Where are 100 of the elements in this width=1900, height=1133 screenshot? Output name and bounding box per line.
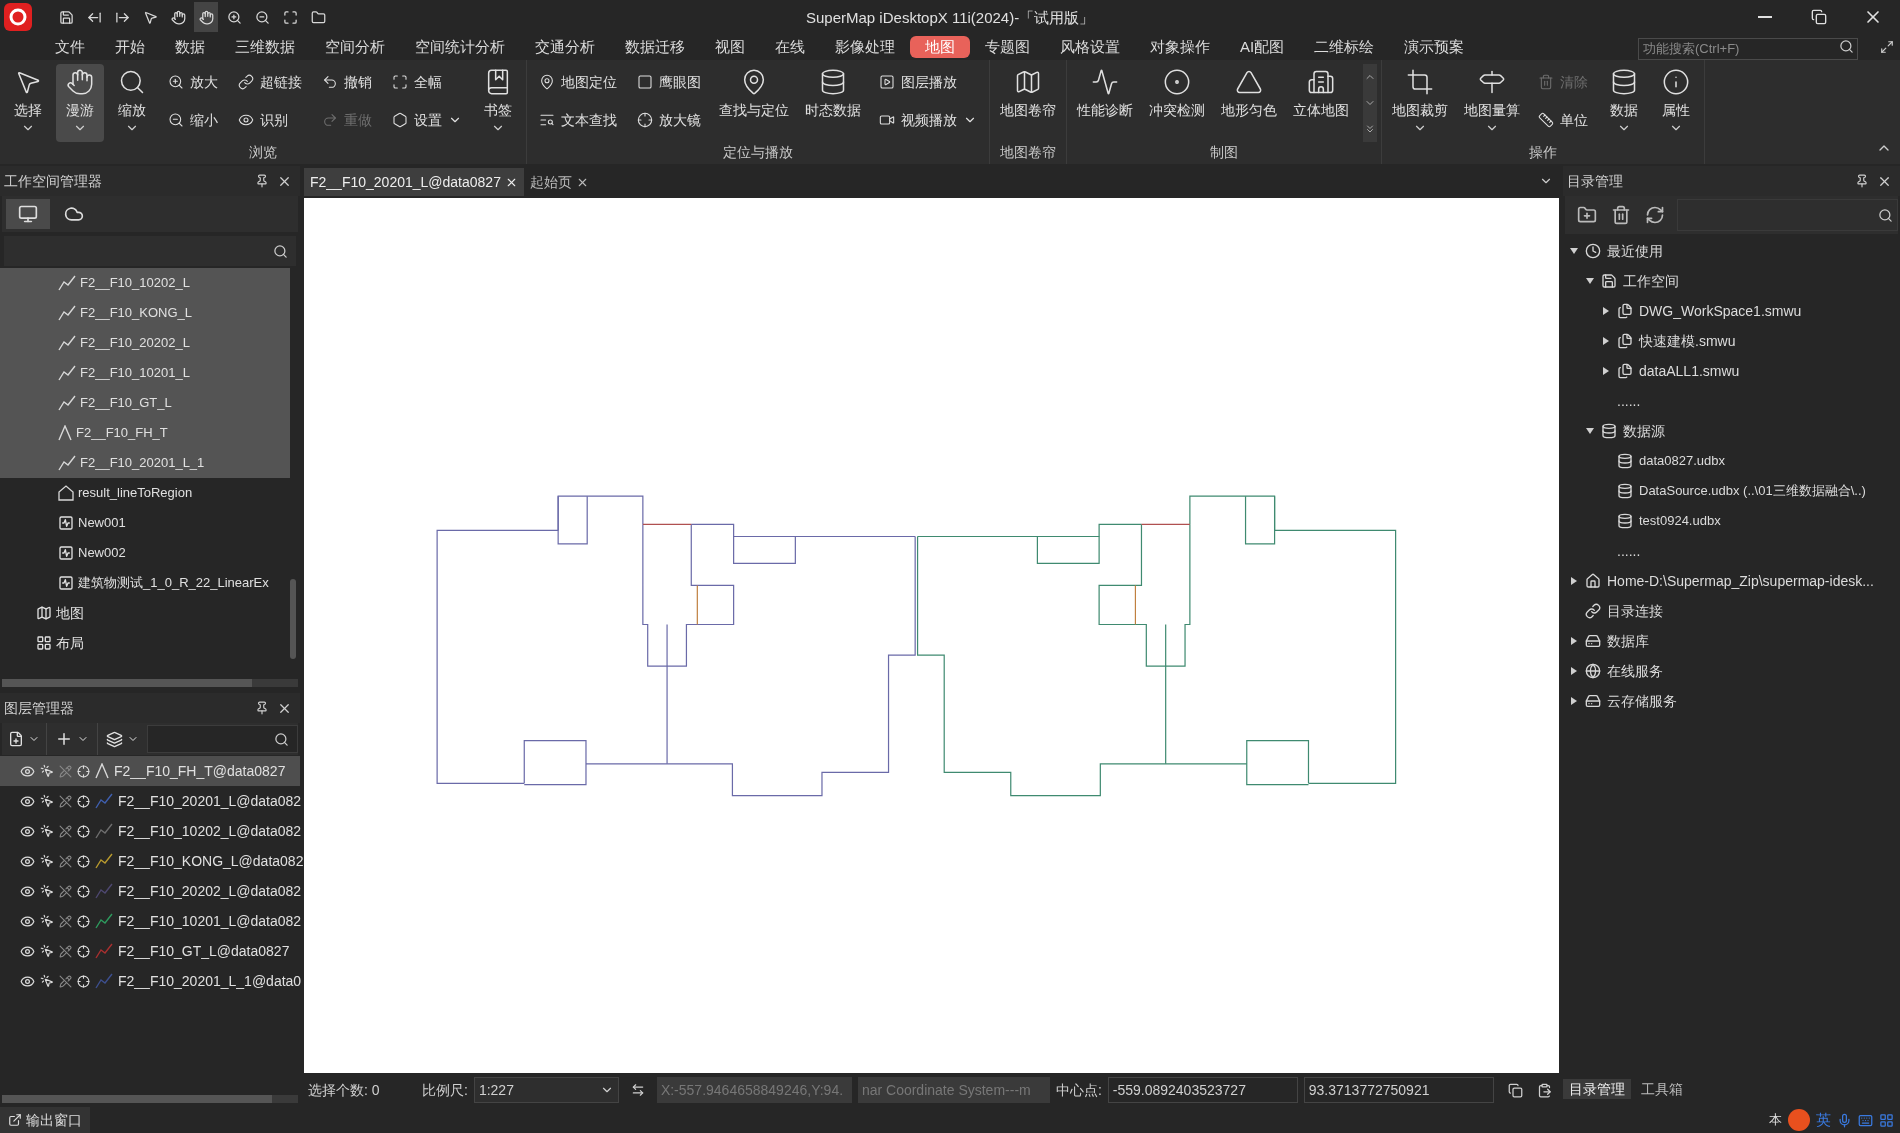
tree-item[interactable]: ...... xyxy=(1563,536,1900,566)
tree-item[interactable]: F2__F10_10201_L xyxy=(0,358,290,388)
layer-row[interactable]: F2__F10_GT_L@data0827 xyxy=(0,936,300,966)
ribbon-button[interactable]: 超链接 xyxy=(234,67,306,97)
ribbon-button[interactable]: 文本查找 xyxy=(535,105,621,135)
menu-tab[interactable]: 数据迁移 xyxy=(610,36,700,58)
search-field[interactable] xyxy=(1677,199,1898,231)
ribbon-button[interactable]: 缩小 xyxy=(164,105,222,135)
menu-tab[interactable]: 演示预案 xyxy=(1389,36,1480,58)
caret-icon[interactable] xyxy=(1601,366,1611,376)
crosshair-icon[interactable] xyxy=(77,974,90,988)
eye-icon[interactable] xyxy=(20,763,35,779)
scrollbar-thumb[interactable] xyxy=(290,579,296,659)
pointer-icon[interactable] xyxy=(40,884,54,898)
caret-icon[interactable] xyxy=(1569,246,1579,256)
panel-tab[interactable]: 工具箱 xyxy=(1635,1079,1689,1099)
layer-row[interactable]: F2__F10_20201_L_1@data0 xyxy=(0,966,300,996)
quick-tool-button[interactable] xyxy=(194,2,218,32)
search-field[interactable] xyxy=(4,236,296,266)
caret-icon[interactable] xyxy=(1585,276,1595,286)
caret-icon[interactable] xyxy=(1569,636,1579,646)
swap-icon[interactable] xyxy=(630,1083,645,1097)
menu-tab[interactable]: AI配图 xyxy=(1225,36,1300,58)
ribbon-button[interactable]: 查找与定位 xyxy=(713,64,795,142)
crosshair-icon[interactable] xyxy=(77,764,90,778)
refresh-icon[interactable] xyxy=(1645,205,1665,225)
new-folder-icon[interactable] xyxy=(1577,205,1597,225)
search-icon[interactable] xyxy=(1878,207,1893,223)
ribbon-button[interactable]: 视频播放 xyxy=(875,105,981,135)
ribbon-button[interactable]: 缩放 xyxy=(108,64,156,142)
horizontal-scrollbar[interactable] xyxy=(2,679,298,687)
ribbon-button[interactable]: 设置 xyxy=(388,105,466,135)
trash-icon[interactable] xyxy=(1611,205,1631,225)
tree-item[interactable]: 布局 xyxy=(0,628,290,658)
menu-tab[interactable]: 数据 xyxy=(160,36,220,58)
search-icon[interactable] xyxy=(274,731,289,747)
menu-tab[interactable]: 交通分析 xyxy=(520,36,610,58)
tree-item[interactable]: 地图 xyxy=(0,598,290,628)
tree-item[interactable]: Home-D:\Supermap_Zip\supermap-idesk... xyxy=(1563,566,1900,596)
eye-icon[interactable] xyxy=(20,853,35,869)
tree-item[interactable]: 最近使用 xyxy=(1563,236,1900,266)
tree-item[interactable]: F2__F10_20201_L_1 xyxy=(0,448,290,478)
crosshair-icon[interactable] xyxy=(77,794,90,808)
pencil-icon[interactable] xyxy=(59,974,72,988)
pencil-icon[interactable] xyxy=(59,884,72,898)
horizontal-scrollbar[interactable] xyxy=(2,1095,298,1103)
menu-tab[interactable]: 开始 xyxy=(100,36,160,58)
ribbon-button[interactable]: 数据 xyxy=(1600,64,1648,142)
ribbon-button[interactable]: 立体地图 xyxy=(1287,64,1355,142)
function-search-field[interactable]: 功能搜索(Ctrl+F) xyxy=(1638,37,1858,60)
expand-gallery-icon[interactable] xyxy=(1364,123,1376,135)
pencil-icon[interactable] xyxy=(59,914,72,928)
ribbon-button[interactable]: 属性 xyxy=(1652,64,1700,142)
tree-item[interactable]: result_lineToRegion xyxy=(0,478,290,508)
pointer-icon[interactable] xyxy=(40,824,54,838)
pencil-icon[interactable] xyxy=(59,854,72,868)
ribbon-button[interactable]: 放大 xyxy=(164,67,222,97)
tree-item[interactable]: F2__F10_FH_T xyxy=(0,418,290,448)
tree-item[interactable]: dataALL1.smwu xyxy=(1563,356,1900,386)
pencil-icon[interactable] xyxy=(59,824,72,838)
tree-item[interactable]: 目录连接 xyxy=(1563,596,1900,626)
ribbon-button[interactable]: 识别 xyxy=(234,105,306,135)
menu-tab[interactable]: 专题图 xyxy=(970,36,1045,58)
tree-item[interactable]: 在线服务 xyxy=(1563,656,1900,686)
microphone-icon[interactable] xyxy=(1837,1112,1852,1128)
search-icon[interactable] xyxy=(1839,39,1854,54)
eye-icon[interactable] xyxy=(20,913,35,929)
eye-icon[interactable] xyxy=(20,823,35,839)
pointer-icon[interactable] xyxy=(40,914,54,928)
center-x-field[interactable]: -559.0892403523727 xyxy=(1107,1077,1298,1103)
menu-tab[interactable]: 影像处理 xyxy=(820,36,910,58)
ribbon-button[interactable]: 单位 xyxy=(1534,105,1592,135)
tree-item[interactable]: F2__F10_10202_L xyxy=(0,268,290,298)
tree-item[interactable]: data0827.udbx xyxy=(1563,446,1900,476)
ribbon-button[interactable]: 地图量算 xyxy=(1458,64,1526,142)
layer-row[interactable]: F2__F10_10202_L@data082 xyxy=(0,816,300,846)
crosshair-icon[interactable] xyxy=(77,824,90,838)
caret-icon[interactable] xyxy=(1585,426,1595,436)
pointer-icon[interactable] xyxy=(40,764,54,778)
tree-item[interactable]: 数据源 xyxy=(1563,416,1900,446)
caret-icon[interactable] xyxy=(1569,696,1579,706)
document-tab[interactable]: 起始页 xyxy=(523,168,595,196)
view-tab[interactable] xyxy=(6,199,50,229)
fullscreen-icon[interactable] xyxy=(1880,40,1894,54)
tree-item[interactable]: 建筑物测试_1_0_R_22_LinearEx xyxy=(0,568,290,598)
search-icon[interactable] xyxy=(273,243,288,259)
ribbon-button[interactable]: 鹰眼图 xyxy=(633,67,705,97)
paste-icon[interactable] xyxy=(1536,1082,1552,1098)
tree-item[interactable]: F2__F10_GT_L xyxy=(0,388,290,418)
ribbon-button[interactable]: 放大镜 xyxy=(633,105,705,135)
ribbon-button[interactable]: 撤销 xyxy=(318,67,376,97)
menu-tab[interactable]: 二维标绘 xyxy=(1299,36,1390,58)
eye-icon[interactable] xyxy=(20,793,35,809)
ribbon-button[interactable]: 地图裁剪 xyxy=(1386,64,1454,142)
scale-select[interactable]: 1:227 xyxy=(473,1077,619,1103)
pin-icon[interactable] xyxy=(255,174,269,188)
caret-icon[interactable] xyxy=(1601,336,1611,346)
ime-mode[interactable]: 英 xyxy=(1816,1108,1831,1132)
ime-logo-icon[interactable] xyxy=(1788,1109,1810,1131)
menu-tab[interactable]: 风格设置 xyxy=(1045,36,1135,58)
